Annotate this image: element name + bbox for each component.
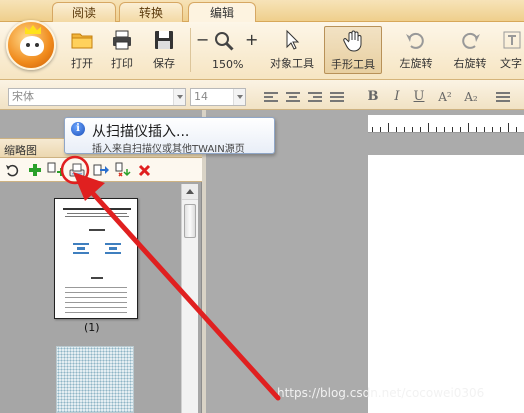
thumbnail-toolbar bbox=[0, 158, 202, 182]
align-left-icon[interactable] bbox=[264, 92, 278, 102]
zoom-level[interactable]: 150% bbox=[212, 58, 243, 71]
insert-from-scanner-icon[interactable] bbox=[69, 162, 85, 178]
font-size-select[interactable]: 14 bbox=[190, 88, 246, 106]
rotate-left-icon bbox=[406, 32, 424, 49]
tooltip-description: 插入来自扫描仪或其他TWAIN源页 bbox=[92, 144, 245, 155]
insert-from-file-icon[interactable] bbox=[47, 162, 63, 178]
thumbnail-panel-title: 缩略图 bbox=[4, 144, 37, 157]
zoom-icon[interactable] bbox=[213, 30, 235, 52]
font-size-value: 14 bbox=[194, 90, 208, 103]
scroll-thumb[interactable] bbox=[184, 204, 196, 238]
object-tool-label: 对象工具 bbox=[270, 57, 314, 70]
save-button[interactable]: 保存 bbox=[140, 26, 188, 74]
text-tool-label: 文字 bbox=[500, 57, 522, 70]
info-icon: i bbox=[71, 122, 85, 136]
underline-button[interactable]: U bbox=[410, 89, 428, 105]
cursor-arrow-icon bbox=[286, 29, 300, 50]
watermark-text: https://blog.csdn.net/cocowei0306 bbox=[277, 386, 485, 400]
object-tool-button[interactable]: 对象工具 bbox=[266, 26, 318, 74]
line-spacing-icon[interactable] bbox=[496, 92, 510, 102]
tab-convert[interactable]: 转换 bbox=[119, 2, 183, 22]
page-thumbnail[interactable] bbox=[54, 198, 138, 319]
tab-read[interactable]: 阅读 bbox=[52, 2, 116, 22]
rotate-right-icon bbox=[462, 32, 480, 49]
tooltip-title: 从扫描仪插入... bbox=[92, 124, 190, 140]
rotate-page-icon[interactable] bbox=[5, 162, 21, 178]
font-name-value: 宋体 bbox=[12, 90, 34, 103]
print-button[interactable]: 打印 bbox=[98, 26, 146, 74]
replace-page-icon[interactable] bbox=[115, 162, 131, 178]
chevron-down-icon bbox=[233, 89, 245, 105]
bold-button[interactable]: B bbox=[364, 89, 382, 105]
hand-tool-label: 手形工具 bbox=[331, 58, 375, 71]
font-name-select[interactable]: 宋体 bbox=[8, 88, 186, 106]
hand-tool-button[interactable]: 手形工具 bbox=[324, 26, 382, 74]
chevron-down-icon bbox=[173, 89, 185, 105]
extract-page-icon[interactable] bbox=[93, 162, 109, 178]
horizontal-ruler bbox=[368, 115, 524, 133]
align-justify-icon[interactable] bbox=[330, 92, 344, 102]
format-toolbar: 宋体 14 B I U A² A₂ bbox=[0, 80, 524, 110]
zoom-out-button[interactable]: − bbox=[196, 30, 209, 49]
print-label: 打印 bbox=[111, 57, 133, 70]
tab-edit[interactable]: 编辑 bbox=[188, 2, 256, 22]
text-tool-button[interactable]: 文字 bbox=[500, 26, 524, 74]
hand-icon bbox=[343, 30, 362, 52]
folder-icon bbox=[71, 33, 93, 49]
align-center-icon[interactable] bbox=[286, 92, 300, 102]
rotate-left-button[interactable]: 左旋转 bbox=[392, 26, 440, 74]
add-page-icon[interactable] bbox=[27, 162, 43, 178]
rotate-right-button[interactable]: 右旋转 bbox=[446, 26, 494, 74]
rotate-right-label: 右旋转 bbox=[453, 57, 487, 70]
subscript-button[interactable]: A₂ bbox=[460, 89, 482, 105]
crown-icon bbox=[25, 25, 41, 34]
thumbnail-caption: (1) bbox=[84, 321, 100, 334]
italic-button[interactable]: I bbox=[388, 89, 406, 105]
page-thumbnail[interactable] bbox=[56, 346, 134, 413]
page-preview-graphic bbox=[63, 208, 131, 313]
app-logo[interactable] bbox=[6, 20, 56, 70]
align-right-icon[interactable] bbox=[308, 92, 322, 102]
delete-page-icon[interactable] bbox=[137, 162, 153, 178]
scanner-tooltip: i 从扫描仪插入... 插入来自扫描仪或其他TWAIN源页 bbox=[64, 117, 275, 155]
scroll-up-icon[interactable] bbox=[182, 184, 198, 200]
save-label: 保存 bbox=[153, 57, 175, 70]
ribbon-toolbar: 打开 打印 保存 − + 150% 对象工具 手形工具 左旋转 右旋转 文字 bbox=[0, 20, 524, 80]
text-tool-icon bbox=[503, 31, 521, 49]
document-page[interactable] bbox=[368, 155, 524, 413]
ribbon-tab-strip: 阅读 转换 编辑 bbox=[0, 0, 524, 22]
zoom-in-button[interactable]: + bbox=[245, 30, 258, 49]
superscript-button[interactable]: A² bbox=[434, 89, 456, 105]
floppy-disk-icon bbox=[155, 31, 173, 49]
printer-icon bbox=[113, 30, 131, 50]
rotate-left-label: 左旋转 bbox=[399, 57, 433, 70]
thumbnail-scrollbar[interactable] bbox=[181, 184, 198, 413]
mascot-icon bbox=[20, 36, 44, 56]
